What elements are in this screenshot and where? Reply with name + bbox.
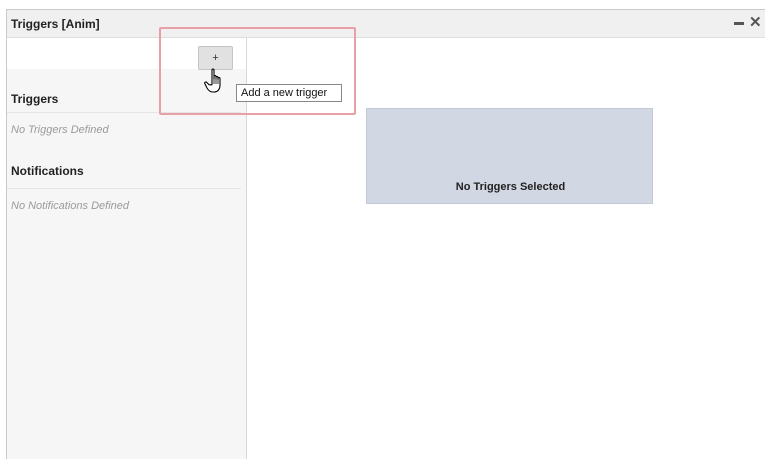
close-icon[interactable]: ✕: [749, 15, 765, 31]
page-background: [0, 0, 765, 9]
notifications-section-heading: Notifications: [11, 164, 84, 178]
triggers-section-heading: Triggers: [11, 92, 59, 106]
add-trigger-tooltip: Add a new trigger: [236, 84, 342, 102]
triggers-panel: Triggers [Anim] ✕ + Triggers No Triggers…: [6, 9, 765, 459]
minimize-icon[interactable]: [733, 17, 745, 29]
hand-cursor-icon: [204, 68, 221, 93]
empty-state-message: No Triggers Selected: [455, 181, 566, 193]
panel-titlebar: Triggers [Anim] ✕: [7, 10, 765, 38]
notifications-empty-text: No Notifications Defined: [11, 200, 130, 212]
empty-state-box: No Triggers Selected: [366, 108, 653, 204]
section-divider: [7, 188, 241, 189]
panel-title: Triggers [Anim]: [11, 17, 100, 31]
triggers-empty-text: No Triggers Defined: [11, 124, 109, 136]
